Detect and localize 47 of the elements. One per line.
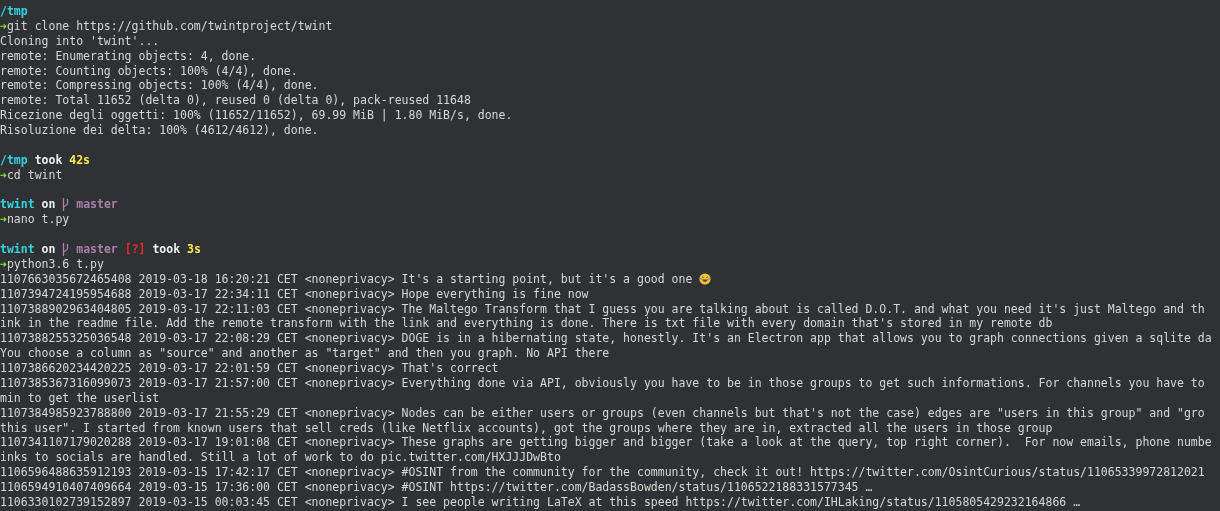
prompt-text: on <box>41 242 56 257</box>
branch-label: master <box>76 197 118 213</box>
git-branch-icon <box>62 242 70 256</box>
command-text: git clone https://github.com/twintproject/twint <box>6 18 333 34</box>
laughing-emoji-icon <box>699 273 712 286</box>
command-text: nano t.py <box>6 212 70 228</box>
directory-label: twint <box>0 197 35 213</box>
output-line: Ricezione degli oggetti: 100% (11652/11652), 69.99 MiB | 1.80 MiB/s, done. <box>0 108 513 123</box>
output-line: 1107663035672465408 2019-03-18 16:20:21 CET <noneprivacy> It's a starting point, but it's a good one <box>0 271 693 287</box>
prompt-text: on <box>41 197 56 213</box>
prompt-text: took <box>152 242 181 257</box>
output-line: remote: Compressing objects: 100% (4/4), done. <box>0 78 319 94</box>
output-line: 1107388902963404805 2019-03-17 22:11:03 CET <noneprivacy> The Maltego Transform that I guess you are talking about is called D.O.T. and what you need it's just Maltego and th <box>0 301 1205 317</box>
output-line: this user". I started from known users that sell creds (like Netflix accounts), got the groups where they are in, extracted all the users in those group <box>0 420 1053 436</box>
output-line: 1107385367316099073 2019-03-17 21:57:00 CET <noneprivacy> Everything done via API, obviously you have to be in those groups to get such informations. For channels you have to <box>0 375 1205 391</box>
duration-label: 42s <box>69 152 91 168</box>
output-line: Cloning into 'twint'... <box>0 33 160 49</box>
output-line: Risoluzione dei delta: 100% (4612/4612), done. <box>0 123 319 138</box>
output-line: 1107388255325036548 2019-03-17 22:08:29 CET <noneprivacy> DOGE is in a hibernating state, honestly. It's an Electron app that allows you to graph connections given a sqlite da <box>0 331 1212 347</box>
output-line: remote: Total 11652 (delta 0), reused 0 (delta 0), pack-reused 11648 <box>0 93 471 109</box>
directory-label: /tmp <box>0 152 28 168</box>
git-branch-icon <box>62 198 70 212</box>
output-line: 1107394724195954688 2019-03-17 22:34:11 CET <noneprivacy> Hope everything is fine now <box>0 286 589 302</box>
prompt-arrow: ➜ <box>0 18 7 34</box>
output-line: inks to socials are handled. Still a lot of work to do pic.twitter.com/HXJJJDwBto <box>0 450 561 466</box>
command-text: python3.6 t.py <box>6 256 104 272</box>
git-status-label: [?] <box>124 242 146 257</box>
prompt-arrow: ➜ <box>0 167 7 183</box>
output-line: 1106594910407409664 2019-03-15 17:36:00 CET <noneprivacy> #OSINT https://twitter.com/BadassBowden/status/1106522188331577345 … <box>0 480 873 495</box>
prompt-text: took <box>34 152 63 168</box>
prompt-arrow: ➜ <box>0 212 7 228</box>
output-line: 1106596488635912193 2019-03-15 17:42:17 CET <noneprivacy> #OSINT from the community for the community, check it out! https://twitter.com/OsintCurious/status/11065339972812021 <box>0 465 1205 480</box>
output-line: 1107386620234420225 2019-03-17 22:01:59 CET <noneprivacy> That's correct <box>0 361 499 376</box>
output-line: 1106330102739152897 2019-03-15 00:03:45 CET <noneprivacy> I see people writing LaTeX at this speed https://twitter.com/IHLaking/status/1105805429232164866 … <box>0 494 1081 510</box>
duration-label: 3s <box>187 242 201 257</box>
output-line: min to get the userlist <box>0 390 160 406</box>
output-line: remote: Enumerating objects: 4, done. <box>0 48 257 64</box>
output-line: 1107341107179020288 2019-03-17 19:01:08 CET <noneprivacy> These graphs are getting bigger and bigger (take a look at the query, top right corner). For now emails, phone numbe <box>0 435 1212 451</box>
output-line: You choose a column as "source" and another as "target" and then you graph. No API there <box>0 346 610 361</box>
command-text: cd twint <box>6 167 63 183</box>
output-line: ink in the readme file. Add the remote transform with the link and everything is done. There is txt file with every domain that's stored in my remote db <box>0 316 1053 332</box>
output-line: remote: Counting objects: 100% (4/4), done. <box>0 63 298 79</box>
prompt-arrow: ➜ <box>0 256 7 272</box>
branch-label: master <box>76 242 118 257</box>
directory-label: twint <box>0 242 35 257</box>
directory-label: /tmp <box>0 4 28 19</box>
output-line: 1107384985923788800 2019-03-17 21:55:29 CET <noneprivacy> Nodes can be either users or groups (even channels but that's not the case) edges are "users in this group" and "gro <box>0 405 1205 421</box>
